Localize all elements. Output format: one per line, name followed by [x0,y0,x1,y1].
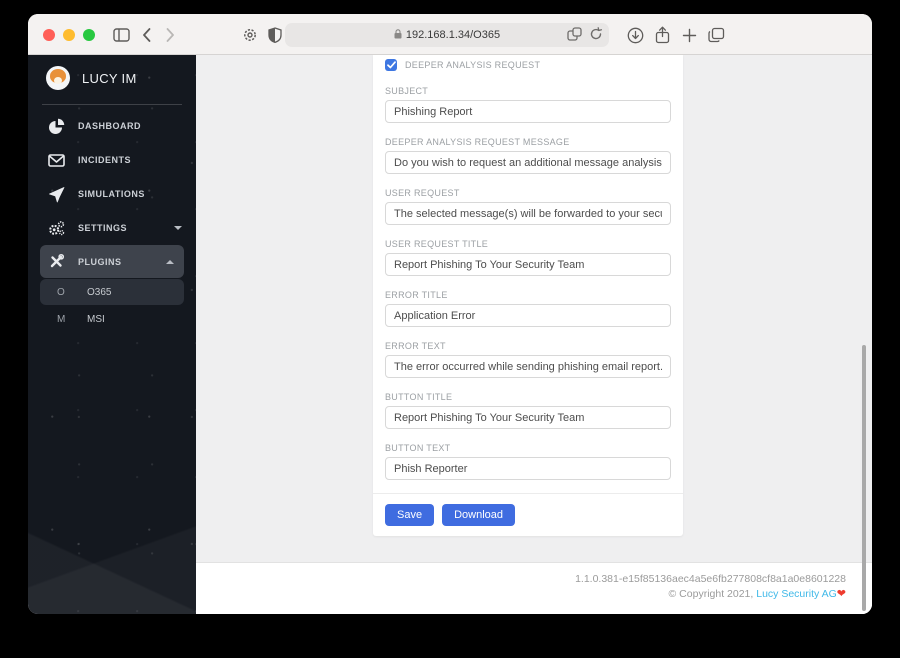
field-label: BUTTON TITLE [385,392,453,402]
sidebar: LUCY IM DASHBOARD INCIDENTS SIMULATIONS … [28,55,196,614]
tab-overview-icon[interactable] [707,26,725,44]
sidebar-item-incidents[interactable]: INCIDENTS [28,143,196,177]
lucy-logo-icon [46,66,70,90]
subitem-label: O365 [87,286,112,298]
lock-icon [394,28,402,42]
downloads-icon[interactable] [626,26,644,44]
sidebar-subitem-o365[interactable]: O O365 [40,279,184,305]
window-controls [43,29,95,41]
privacy-shield-icon[interactable] [266,26,284,44]
field-label: DEEPER ANALYSIS REQUEST MESSAGE [385,137,570,147]
sidebar-divider [42,104,182,105]
browser-window: 192.168.1.34/O365 LUCY IM DASHBOARD INCI… [28,14,872,614]
close-window-button[interactable] [43,29,55,41]
sidebar-toggle-icon[interactable] [112,26,130,44]
gears-icon [48,220,65,237]
pie-chart-icon [48,118,65,135]
field-label: SUBJECT [385,86,429,96]
chevron-down-icon [174,226,182,230]
sidebar-item-settings[interactable]: SETTINGS [28,211,196,245]
error-title-input[interactable] [385,304,671,327]
sidebar-item-label: DASHBOARD [78,121,141,131]
field-user-request: USER REQUEST [385,188,671,225]
plugin-settings-form: DEEPER ANALYSIS REQUEST SUBJECT DEEPER A… [373,55,683,536]
subitem-letter-icon: O [57,286,65,298]
user-request-input[interactable] [385,202,671,225]
sidebar-item-label: SIMULATIONS [78,189,145,199]
browser-toolbar: 192.168.1.34/O365 [28,14,872,55]
page-footer: 1.1.0.381-e15f85136aec4a5e6fb277808cf8a1… [196,562,872,614]
sidebar-item-simulations[interactable]: SIMULATIONS [28,177,196,211]
sidebar-item-label: PLUGINS [78,256,122,267]
main-area: DEEPER ANALYSIS REQUEST SUBJECT DEEPER A… [196,55,872,614]
checkbox-label: DEEPER ANALYSIS REQUEST [405,60,541,70]
field-label: USER REQUEST TITLE [385,239,489,249]
envelope-icon [48,152,65,169]
brand-name: LUCY IM [82,70,137,86]
sidebar-item-label: SETTINGS [78,223,128,233]
translate-icon[interactable] [567,27,582,45]
subject-input[interactable] [385,100,671,123]
subitem-label: MSI [87,313,105,325]
field-subject: SUBJECT [385,86,671,123]
deeper-analysis-message-input[interactable] [385,151,671,174]
version-text: 1.1.0.381-e15f85136aec4a5e6fb277808cf8a1… [575,573,846,585]
subitem-letter-icon: M [57,313,66,325]
form-divider [373,493,683,494]
sidebar-item-dashboard[interactable]: DASHBOARD [28,109,196,143]
copyright-line: © Copyright 2021, Lucy Security AG❤ [668,588,846,600]
paper-plane-icon [48,186,65,203]
user-request-title-input[interactable] [385,253,671,276]
field-user-request-title: USER REQUEST TITLE [385,239,671,276]
chevron-up-icon [166,259,174,264]
reload-icon[interactable] [589,27,603,45]
field-error-text: ERROR TEXT [385,341,671,378]
url-bar[interactable]: 192.168.1.34/O365 [285,23,609,47]
button-title-input[interactable] [385,406,671,429]
sidebar-subitem-msi[interactable]: M MSI [40,306,184,332]
field-button-text: BUTTON TEXT [385,443,671,480]
save-button[interactable]: Save [385,504,435,526]
button-text-input[interactable] [385,457,671,480]
field-deeper-analysis-message: DEEPER ANALYSIS REQUEST MESSAGE [385,137,671,174]
sidebar-item-plugins[interactable]: PLUGINS [40,245,184,278]
field-label: ERROR TITLE [385,290,448,300]
field-error-title: ERROR TITLE [385,290,671,327]
field-label: USER REQUEST [385,188,460,198]
minimize-window-button[interactable] [63,29,75,41]
url-text: 192.168.1.34/O365 [405,29,501,41]
content-area: DEEPER ANALYSIS REQUEST SUBJECT DEEPER A… [196,55,872,562]
lucy-security-link[interactable]: Lucy Security AG [756,588,837,600]
sidebar-item-label: INCIDENTS [78,155,132,165]
brand: LUCY IM [28,55,196,101]
scrollbar-thumb[interactable] [862,345,866,611]
error-text-input[interactable] [385,355,671,378]
page-settings-icon[interactable] [241,26,259,44]
download-button[interactable]: Download [442,504,515,526]
field-label: BUTTON TEXT [385,443,451,453]
heart-icon: ❤ [836,588,846,600]
share-icon[interactable] [653,26,671,44]
forward-icon[interactable] [161,26,179,44]
back-icon[interactable] [137,26,155,44]
zoom-window-button[interactable] [83,29,95,41]
deeper-analysis-checkbox-row: DEEPER ANALYSIS REQUEST [385,58,671,72]
tools-icon [48,253,65,270]
field-label: ERROR TEXT [385,341,446,351]
new-tab-icon[interactable] [680,26,698,44]
field-button-title: BUTTON TITLE [385,392,671,429]
deeper-analysis-checkbox[interactable] [385,59,397,71]
